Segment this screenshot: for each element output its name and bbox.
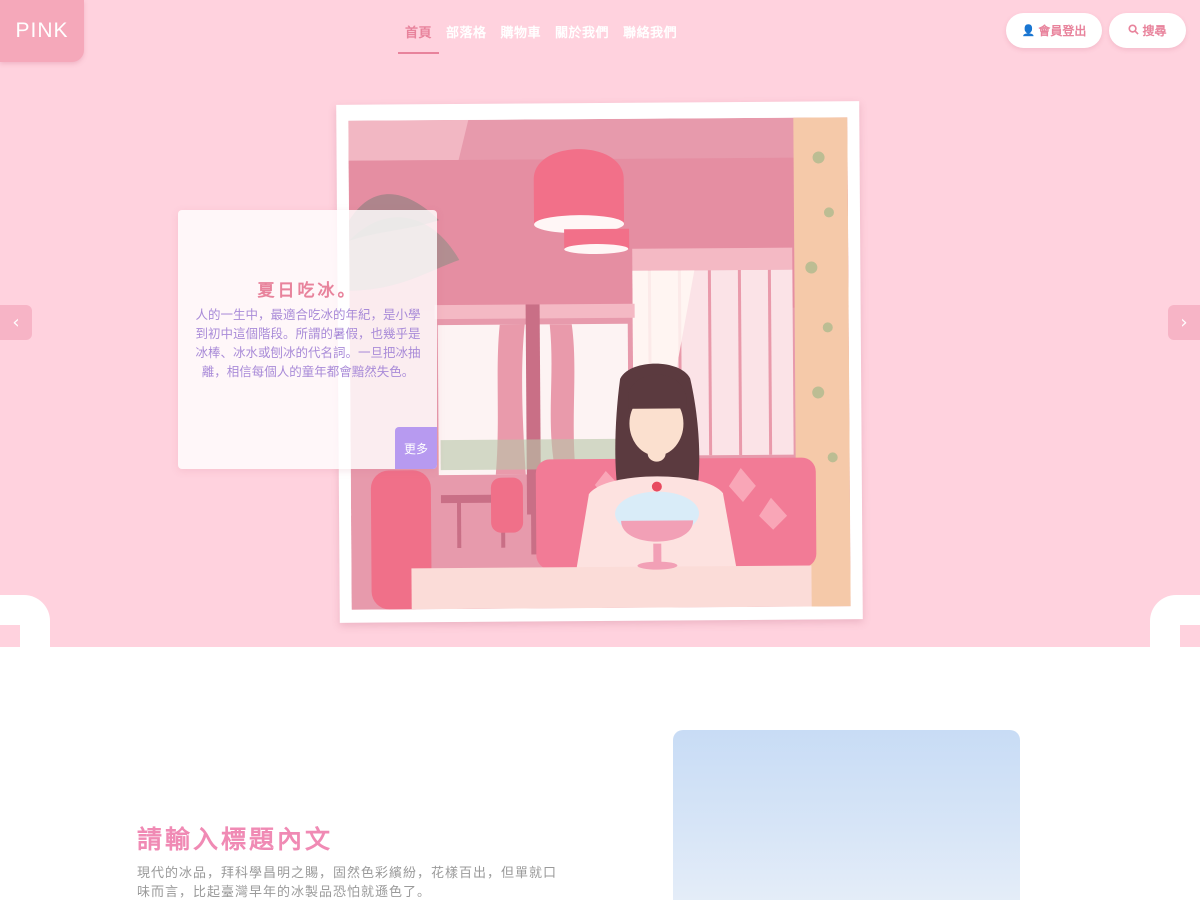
section-text: 現代的冰品，拜科學昌明之賜，固然色彩繽紛，花樣百出，但單就口味而言，比起臺灣早年… <box>137 866 558 900</box>
carousel-next-button[interactable]: › <box>1168 305 1200 340</box>
more-button[interactable]: 更多 <box>395 427 437 469</box>
hero-caption-card: 夏日吃冰。 人的一生中，最適合吃冰的年紀，是小學到初中這個階段。所謂的暑假，也幾… <box>178 210 437 469</box>
nav-item-about[interactable]: 關於我們 <box>548 20 616 54</box>
sky-photo <box>673 730 1020 900</box>
search-label: 搜尋 <box>1142 24 1167 38</box>
logo[interactable]: PINK <box>0 0 84 62</box>
main-nav: 首頁 部落格 購物車 關於我們 聯絡我們 <box>398 20 684 54</box>
corner-accent-left <box>0 625 20 647</box>
nav-item-contact[interactable]: 聯絡我們 <box>616 20 684 54</box>
member-logout-button[interactable]: 👤 會員登出 <box>1006 13 1102 48</box>
hero-banner: PINK 首頁 部落格 購物車 關於我們 聯絡我們 👤 會員登出 搜尋 ‹ › … <box>0 0 1200 647</box>
chevron-right-icon: › <box>1180 312 1188 333</box>
section-title: 請輸入標題內文 <box>137 825 334 854</box>
user-icon: 👤 <box>1021 24 1036 37</box>
corner-accent-right <box>1180 625 1200 647</box>
nav-item-cart[interactable]: 購物車 <box>494 20 549 54</box>
hero-card-title: 夏日吃冰。 <box>257 281 358 301</box>
search-icon <box>1128 23 1140 38</box>
carousel-prev-button[interactable]: ‹ <box>0 305 32 340</box>
chevron-left-icon: ‹ <box>12 312 20 333</box>
member-logout-label: 會員登出 <box>1038 24 1087 38</box>
search-button[interactable]: 搜尋 <box>1109 13 1186 48</box>
nav-item-blog[interactable]: 部落格 <box>439 20 494 54</box>
nav-item-home[interactable]: 首頁 <box>398 20 440 54</box>
hero-card-text: 人的一生中，最適合吃冰的年紀，是小學到初中這個階段。所謂的暑假，也幾乎是冰棒、冰… <box>195 307 421 379</box>
